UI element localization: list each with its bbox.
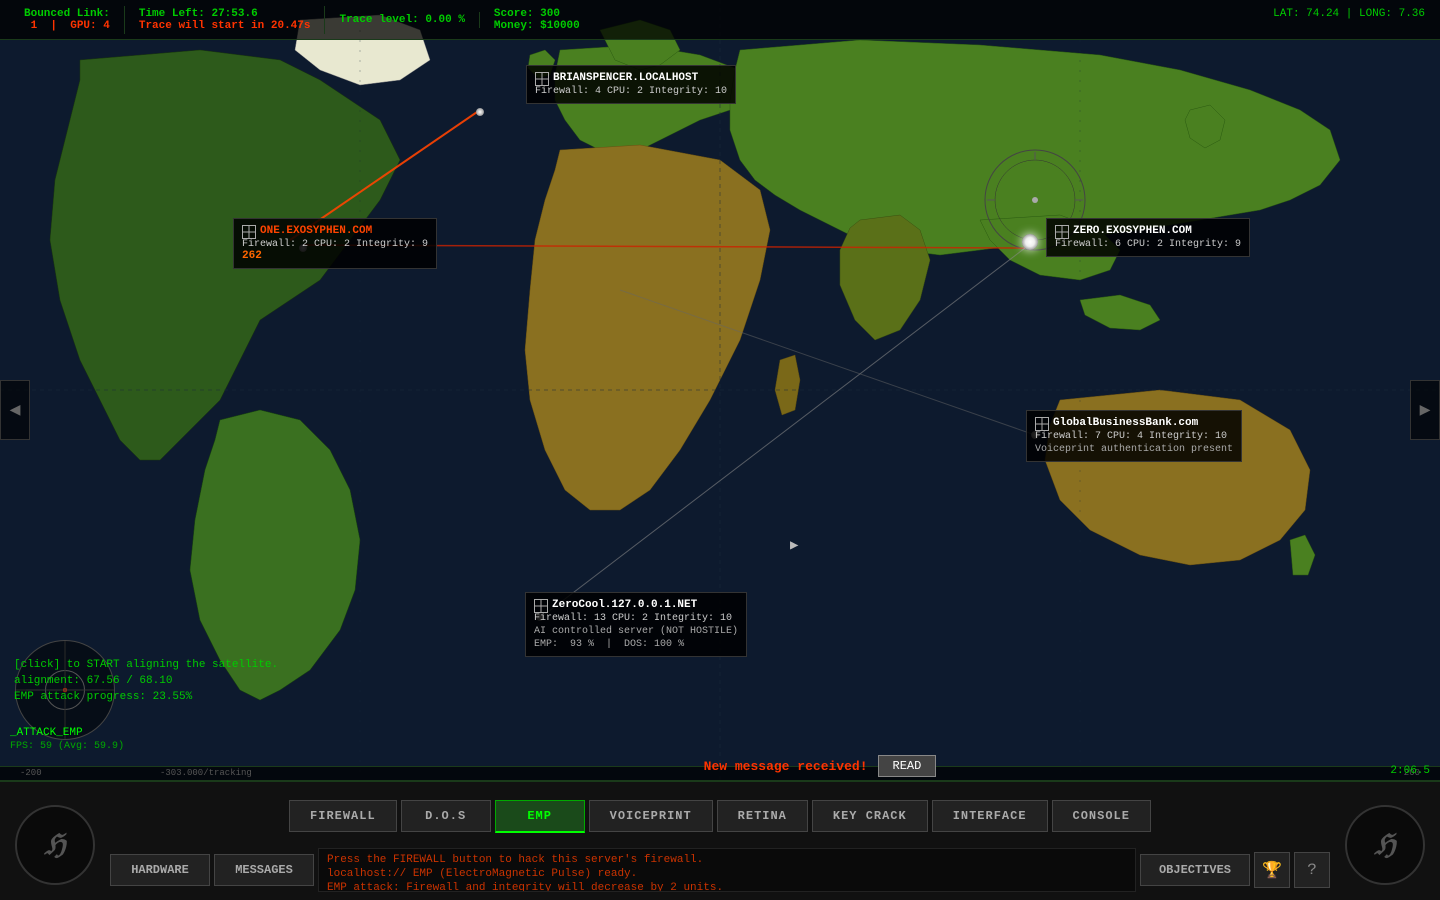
node-bank-name: GlobalBusinessBank.com	[1053, 417, 1198, 429]
interface-button[interactable]: INTERFACE	[932, 800, 1048, 832]
money-label: Money: $10000	[494, 20, 580, 32]
crosshair-icon-one	[242, 225, 256, 239]
lat-value: LAT: 74.24 | LONG: 7.36	[1273, 8, 1425, 20]
hardware-button[interactable]: HARDWARE	[110, 854, 210, 886]
logo-h-left: ℌ	[44, 828, 65, 863]
crosshair-icon	[535, 72, 549, 86]
bounced-link-section: Bounced Link: 1 | GPU: 4	[10, 6, 125, 34]
help-icon: ?	[1307, 861, 1317, 879]
node-brianspencer-stats: Firewall: 4 CPU: 2 Integrity: 10	[535, 86, 727, 97]
coordinates: LAT: 74.24 | LONG: 7.36	[1273, 8, 1425, 20]
logo-left: ℌ	[10, 800, 100, 890]
messages-button[interactable]: MESSAGES	[214, 854, 314, 886]
bottom-toolbar: ℌ ℌ FIREWALL D.O.S EMP VOICEPRINT RETINA…	[0, 780, 1440, 900]
trophy-button[interactable]: 🏆	[1254, 852, 1290, 888]
ruler-tracking: -303.000/tracking	[160, 768, 252, 778]
bounced-link-value: 1 | GPU: 4	[24, 20, 110, 32]
read-button[interactable]: READ	[878, 755, 937, 777]
node-zerocool-name: ZeroCool.127.0.0.1.NET	[552, 599, 697, 611]
emp-button[interactable]: EMP	[495, 800, 585, 833]
arrow-left-icon: ◀	[10, 399, 21, 421]
top-button-row: FIREWALL D.O.S EMP VOICEPRINT RETINA KEY…	[110, 792, 1330, 840]
score-label: Score: 300	[494, 8, 580, 20]
logo-right: ℌ	[1340, 800, 1430, 890]
node-zero-exosyphen[interactable]: ZERO.EXOSYPHEN.COM Firewall: 6 CPU: 2 In…	[1046, 218, 1250, 257]
help-button[interactable]: ?	[1294, 852, 1330, 888]
console-button[interactable]: CONSOLE	[1052, 800, 1151, 832]
top-hud: Bounced Link: 1 | GPU: 4 Time Left: 27:5…	[0, 0, 1440, 40]
bottom-button-row: HARDWARE MESSAGES Press the FIREWALL but…	[110, 848, 1330, 892]
voiceprint-button[interactable]: VOICEPRINT	[589, 800, 713, 832]
info-line-2: localhost:// EMP (ElectroMagnetic Pulse)…	[327, 867, 1127, 881]
new-message-text: New message received!	[704, 759, 868, 774]
align-line2: alignment: 67.56 / 68.10	[14, 673, 278, 689]
time-section: Time Left: 27:53.6 Trace will start in 2…	[125, 6, 326, 34]
node-one-extra: 262	[242, 250, 428, 262]
node-bank-stats: Firewall: 7 CPU: 4 Integrity: 10	[1035, 431, 1233, 442]
score-section: Score: 300 Money: $10000	[480, 6, 594, 34]
node-dot-brianspencer	[476, 108, 484, 116]
align-line1: [click] to START aligning the satellite.	[14, 657, 278, 673]
node-bank-extra: Voiceprint authentication present	[1035, 444, 1233, 455]
time-left-label: Time Left: 27:53.6	[139, 8, 311, 20]
mouse-cursor: ▶	[790, 537, 796, 547]
dos-button[interactable]: D.O.S	[401, 800, 491, 832]
trace-level-label: Trace level: 0.00 %	[339, 14, 464, 26]
node-one-name: ONE.EXOSYPHEN.COM	[260, 225, 372, 237]
ruler-left-label: -200	[20, 768, 42, 778]
alignment-info: [click] to START aligning the satellite.…	[14, 657, 278, 705]
node-zerocool-stats: Firewall: 13 CPU: 2 Integrity: 10	[534, 613, 738, 624]
time-display: 2:06.5	[1390, 765, 1430, 777]
trace-section: Trace level: 0.00 %	[325, 12, 479, 28]
objectives-button[interactable]: OBJECTIVES	[1140, 854, 1250, 886]
node-global-bank[interactable]: GlobalBusinessBank.com Firewall: 7 CPU: …	[1026, 410, 1242, 462]
node-dot-zero-exosyphen	[1022, 234, 1038, 250]
crosshair-icon-bank	[1035, 417, 1049, 431]
logo-circle-right: ℌ	[1345, 805, 1425, 885]
bounced-link-label: Bounced Link:	[24, 8, 110, 20]
node-zerocool-extra: AI controlled server (NOT HOSTILE)	[534, 626, 738, 637]
logo-h-right: ℌ	[1374, 828, 1395, 863]
node-zerocool[interactable]: ZeroCool.127.0.0.1.NET Firewall: 13 CPU:…	[525, 592, 747, 657]
firewall-button[interactable]: FIREWALL	[289, 800, 397, 832]
logo-circle-left: ℌ	[15, 805, 95, 885]
crosshair-icon-zero	[1055, 225, 1069, 239]
fps-display: FPS: 59 (Avg: 59.9)	[10, 741, 124, 752]
retina-button[interactable]: RETINA	[717, 800, 808, 832]
map-arrow-left[interactable]: ◀	[0, 380, 30, 440]
keycrack-button[interactable]: KEY CRACK	[812, 800, 928, 832]
node-zero-name: ZERO.EXOSYPHEN.COM	[1073, 225, 1192, 237]
message-bar: New message received! READ	[420, 752, 1220, 780]
node-one-exosyphen[interactable]: ONE.EXOSYPHEN.COM Firewall: 2 CPU: 2 Int…	[233, 218, 437, 269]
attack-mode-display: _ATTACK_EMP FPS: 59 (Avg: 59.9)	[10, 727, 124, 752]
info-line-3: EMP attack: Firewall and integrity will …	[327, 881, 1127, 892]
map-arrow-right[interactable]: ▶	[1410, 380, 1440, 440]
attack-mode-label: _ATTACK_EMP	[10, 727, 124, 739]
crosshair-icon-zerocool	[534, 599, 548, 613]
node-one-stats: Firewall: 2 CPU: 2 Integrity: 9	[242, 239, 428, 250]
node-brianspencer-name: BRIANSPENCER.LOCALHOST	[553, 72, 698, 84]
node-brianspencer[interactable]: BRIANSPENCER.LOCALHOST Firewall: 4 CPU: …	[526, 65, 736, 104]
trophy-icon: 🏆	[1262, 860, 1282, 880]
node-zerocool-emp: EMP: 93 % | DOS: 100 %	[534, 639, 738, 650]
arrow-right-icon: ▶	[1420, 399, 1431, 421]
align-line3: EMP attack progress: 23.55%	[14, 689, 278, 705]
info-line-1: Press the FIREWALL button to hack this s…	[327, 853, 1127, 867]
node-zero-stats: Firewall: 6 CPU: 2 Integrity: 9	[1055, 239, 1241, 250]
info-panel: Press the FIREWALL button to hack this s…	[318, 848, 1136, 892]
trace-label: Trace will start in 20.47s	[139, 20, 311, 32]
